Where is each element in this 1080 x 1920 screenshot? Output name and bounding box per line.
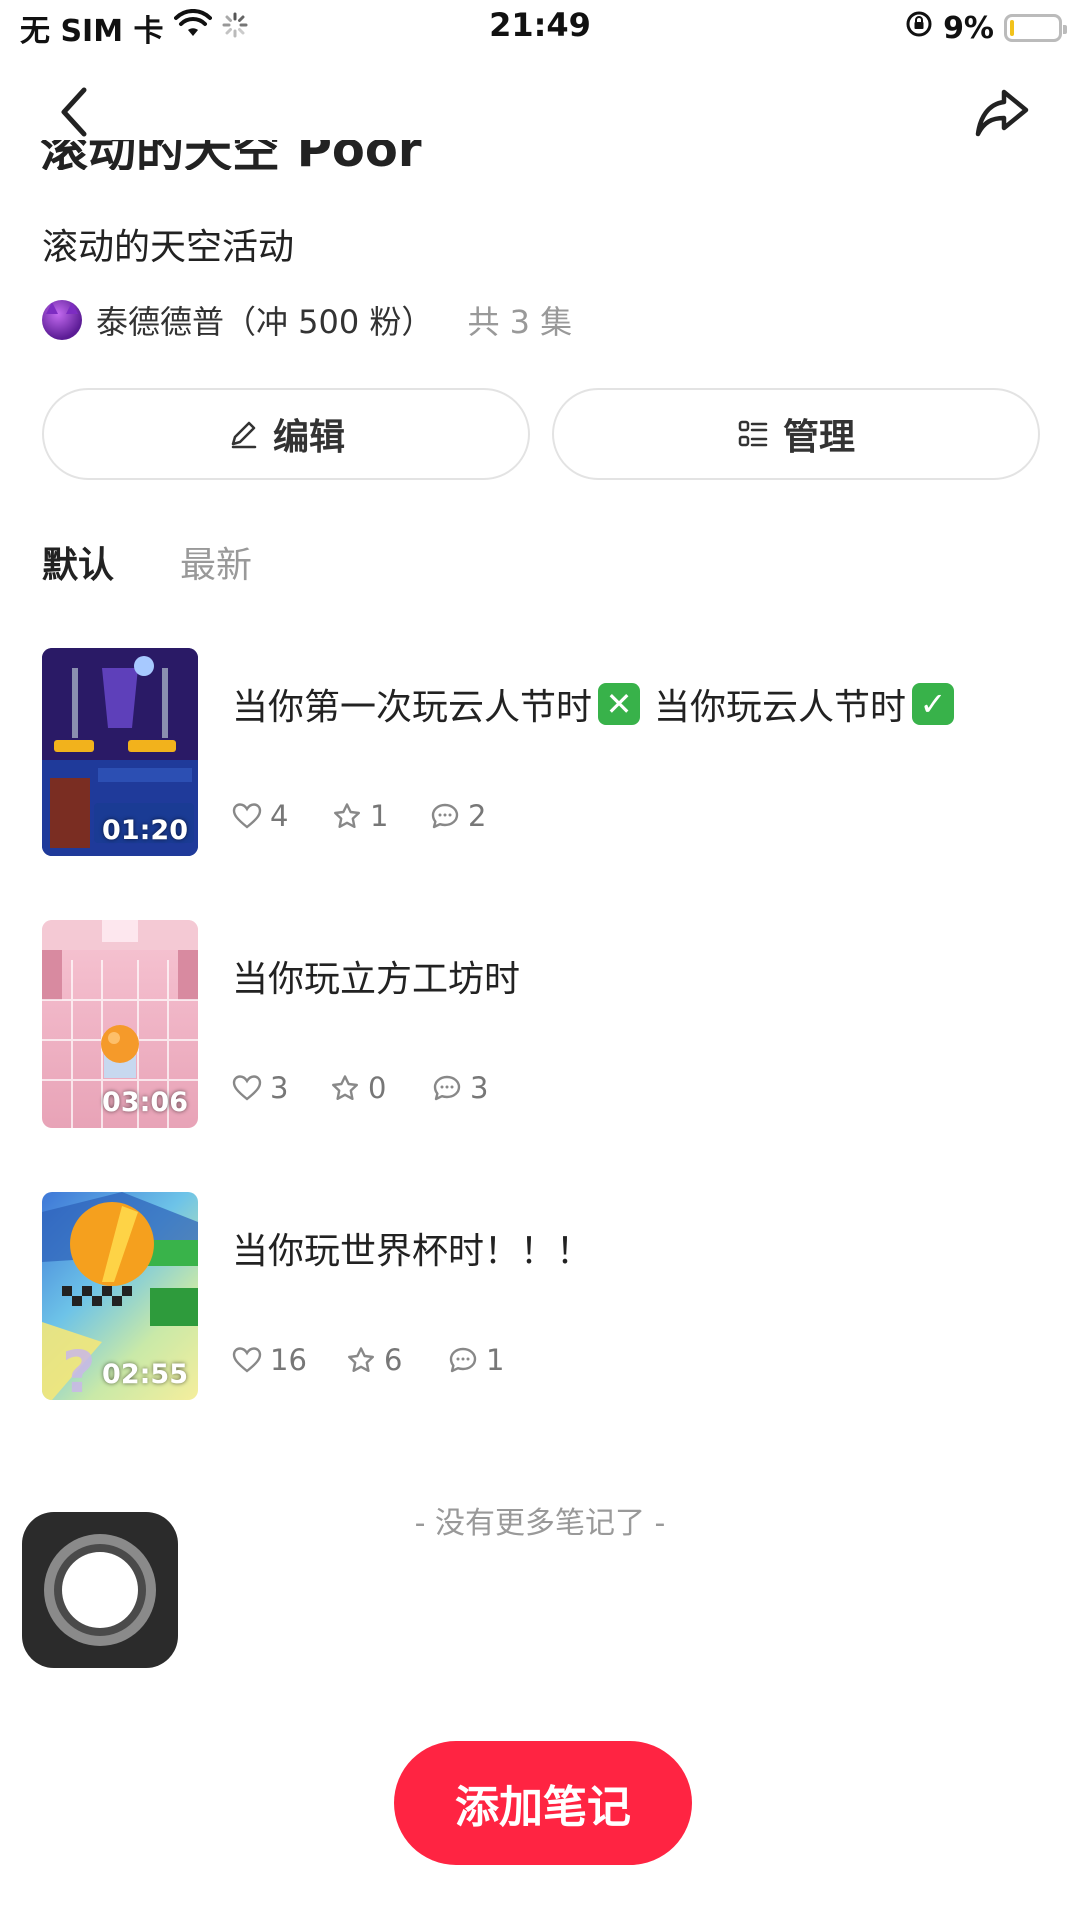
collection-title-text: 滚动的天空 Poor (40, 140, 422, 170)
heart-icon (232, 1347, 262, 1373)
battery-icon (1004, 14, 1067, 42)
video-duration: 03:06 (102, 1087, 188, 1118)
battery-level (1010, 20, 1015, 36)
assistive-touch-core (62, 1552, 138, 1628)
note-thumbnail[interactable]: 03:06 (42, 920, 198, 1128)
video-duration: 01:20 (102, 815, 188, 846)
share-button[interactable] (972, 82, 1032, 142)
status-bar: 无 SIM 卡 21:49 9% (0, 0, 1080, 58)
avatar[interactable] (42, 300, 82, 340)
comment-icon (431, 803, 459, 829)
note-item[interactable]: 01:20 当你第一次玩云人节时 ✕ 当你玩云人节时 ✓ 4 1 2 (42, 648, 1042, 858)
comment-count: 1 (486, 1343, 505, 1377)
comment-stat[interactable]: 2 (430, 799, 486, 833)
chevron-left-icon (61, 87, 87, 137)
like-count: 4 (270, 799, 289, 833)
heart-icon (232, 1075, 262, 1101)
like-count: 3 (270, 1071, 289, 1105)
comment-icon (449, 1347, 477, 1373)
note-title-part: 当你玩云人节时 (654, 687, 907, 728)
assistive-touch-button[interactable] (22, 1512, 178, 1668)
battery-percent: 9% (943, 10, 994, 46)
edit-label: 编辑 (272, 417, 345, 458)
comment-count: 2 (468, 799, 487, 833)
star-count: 1 (370, 799, 389, 833)
like-stat[interactable]: 4 (232, 799, 332, 833)
manage-label: 管理 (782, 417, 855, 458)
author-row[interactable]: 泰德德普（冲 500 粉） 共 3 集 (42, 298, 572, 342)
tab-latest[interactable]: 最新 (180, 536, 252, 588)
note-item[interactable]: 03:06 当你玩立方工坊时 3 0 3 (42, 920, 1042, 1130)
star-count: 6 (384, 1343, 403, 1377)
note-title[interactable]: 当你第一次玩云人节时 ✕ 当你玩云人节时 ✓ (232, 678, 955, 730)
episode-count: 共 3 集 (467, 303, 573, 341)
star-icon (348, 1347, 374, 1372)
tab-default[interactable]: 默认 (42, 536, 114, 588)
author-name[interactable]: 泰德德普（冲 500 粉） (96, 297, 433, 343)
comment-count: 3 (470, 1071, 489, 1105)
share-icon (975, 89, 1029, 137)
note-title[interactable]: 当你玩立方工坊时 (232, 950, 520, 1002)
video-duration: 02:55 (102, 1359, 188, 1390)
like-count: 16 (270, 1343, 307, 1377)
note-item[interactable]: ? 02:55 当你玩世界杯时！！！ 16 6 1 (42, 1192, 1042, 1402)
back-button[interactable] (50, 82, 100, 142)
add-note-button[interactable]: 添加笔记 (394, 1741, 692, 1865)
note-stats: 3 0 3 (232, 1070, 488, 1106)
note-thumbnail[interactable]: ? 02:55 (42, 1192, 198, 1400)
comment-stat[interactable]: 1 (448, 1343, 504, 1377)
svg-text:?: ? (62, 1338, 96, 1400)
note-title-part: 当你第一次玩云人节时 (232, 687, 593, 728)
sort-tabs: 默认 最新 (42, 536, 252, 588)
heart-icon (232, 803, 262, 829)
comment-icon (433, 1075, 461, 1101)
cross-mark-icon: ✕ (598, 683, 641, 725)
star-stat[interactable]: 6 (346, 1343, 448, 1377)
note-thumbnail[interactable]: 01:20 (42, 648, 198, 856)
star-count: 0 (368, 1071, 387, 1105)
star-stat[interactable]: 0 (330, 1071, 432, 1105)
like-stat[interactable]: 3 (232, 1071, 330, 1105)
comment-stat[interactable]: 3 (432, 1071, 488, 1105)
check-mark-icon: ✓ (912, 683, 955, 725)
star-icon (334, 803, 360, 828)
edit-button[interactable]: 编辑 (42, 388, 530, 480)
star-stat[interactable]: 1 (332, 799, 430, 833)
list-manage-icon (738, 420, 768, 447)
note-stats: 16 6 1 (232, 1342, 504, 1378)
collection-subtitle: 滚动的天空活动 (42, 227, 295, 268)
collection-title-clipped: 滚动的天空 Poor (40, 140, 640, 170)
note-title[interactable]: 当你玩世界杯时！！！ (232, 1222, 592, 1274)
star-icon (332, 1075, 358, 1100)
orientation-lock-icon (905, 10, 933, 46)
like-stat[interactable]: 16 (232, 1343, 346, 1377)
pencil-icon (231, 421, 257, 449)
manage-button[interactable]: 管理 (552, 388, 1040, 480)
status-right: 9% (905, 8, 1067, 48)
note-stats: 4 1 2 (232, 798, 486, 834)
